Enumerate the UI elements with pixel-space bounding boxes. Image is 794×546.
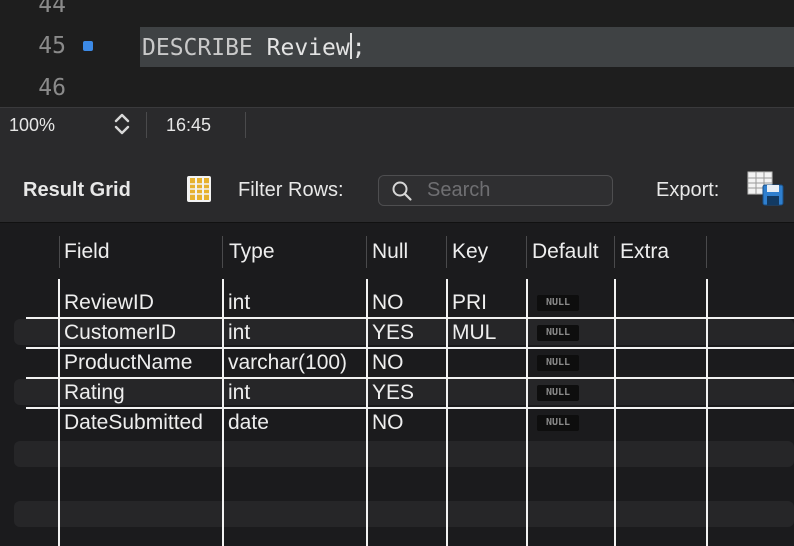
cell-null[interactable]: YES <box>372 381 414 405</box>
result-toolbar: Result Grid Filter Rows: Export: <box>0 142 794 223</box>
cell-null[interactable]: NO <box>372 291 404 315</box>
line-number-46: 46 <box>38 75 66 101</box>
grid-column-line <box>706 279 708 546</box>
result-grid-label[interactable]: Result Grid <box>23 179 131 202</box>
breakpoint-marker-icon[interactable] <box>83 41 93 51</box>
header-separator <box>614 236 615 268</box>
cell-field[interactable]: ReviewID <box>64 291 154 315</box>
cell-default-null-badge[interactable]: NULL <box>537 385 579 401</box>
sql-semicolon: ; <box>351 35 366 61</box>
grid-row-line <box>26 317 794 319</box>
search-icon <box>392 181 412 201</box>
zoom-stepper-icon[interactable] <box>112 111 132 137</box>
column-header-default[interactable]: Default <box>532 240 599 264</box>
editor-status-bar: 100% 16:45 <box>0 107 794 143</box>
filter-rows-label: Filter Rows: <box>238 179 344 201</box>
cell-type[interactable]: int <box>228 291 250 315</box>
header-separator <box>706 236 707 268</box>
search-input[interactable] <box>427 178 607 203</box>
cell-type[interactable]: varchar(100) <box>228 351 347 375</box>
column-header-field[interactable]: Field <box>64 240 110 264</box>
status-separator <box>245 112 246 138</box>
zoom-level: 100% <box>9 115 56 135</box>
cell-null[interactable]: NO <box>372 411 404 435</box>
grid-column-line <box>446 279 448 546</box>
grid-column-line <box>526 279 528 546</box>
cell-null[interactable]: NO <box>372 351 404 375</box>
grid-row-line <box>26 407 794 409</box>
cell-key[interactable]: PRI <box>452 291 487 315</box>
grid-column-line <box>58 279 60 546</box>
cell-field[interactable]: Rating <box>64 381 125 405</box>
line-number-44: 44 <box>38 0 66 18</box>
cell-field[interactable]: ProductName <box>64 351 192 375</box>
cell-default-null-badge[interactable]: NULL <box>537 295 579 311</box>
status-separator <box>146 112 147 138</box>
header-separator <box>526 236 527 268</box>
grid-column-line <box>366 279 368 546</box>
sql-keyword: DESCRIBE <box>142 35 253 61</box>
filter-search-box[interactable] <box>378 175 613 206</box>
cell-field[interactable]: CustomerID <box>64 321 176 345</box>
cell-field[interactable]: DateSubmitted <box>64 411 203 435</box>
result-grid[interactable]: Field Type Null Key Default Extra Review… <box>0 223 794 546</box>
cell-key[interactable]: MUL <box>452 321 496 345</box>
cell-default-null-badge[interactable]: NULL <box>537 325 579 341</box>
sql-table-name: Review <box>252 35 350 61</box>
header-separator <box>366 236 367 268</box>
grid-row-line <box>26 377 794 379</box>
row-stripe <box>14 441 794 467</box>
column-header-type[interactable]: Type <box>229 240 275 264</box>
cell-null[interactable]: YES <box>372 321 414 345</box>
result-grid-icon[interactable] <box>186 175 212 203</box>
header-separator <box>446 236 447 268</box>
column-header-extra[interactable]: Extra <box>620 240 669 264</box>
column-header-key[interactable]: Key <box>452 240 488 264</box>
export-label: Export: <box>656 179 720 201</box>
column-header-null[interactable]: Null <box>372 240 408 264</box>
header-separator <box>59 236 60 268</box>
sql-editor[interactable]: 44 45 46 DESCRIBE Review; <box>0 0 794 107</box>
cursor-position: 16:45 <box>166 115 212 135</box>
cell-type[interactable]: int <box>228 321 250 345</box>
cell-default-null-badge[interactable]: NULL <box>537 355 579 371</box>
export-icon[interactable] <box>747 171 785 207</box>
grid-column-line <box>614 279 616 546</box>
code-line-45[interactable]: DESCRIBE Review; <box>142 33 366 61</box>
row-stripe <box>14 501 794 527</box>
cell-type[interactable]: int <box>228 381 250 405</box>
grid-row-line <box>26 347 794 349</box>
cell-type[interactable]: date <box>228 411 269 435</box>
line-number-45: 45 <box>38 33 66 59</box>
header-separator <box>222 236 223 268</box>
grid-column-line <box>222 279 224 546</box>
cell-default-null-badge[interactable]: NULL <box>537 415 579 431</box>
